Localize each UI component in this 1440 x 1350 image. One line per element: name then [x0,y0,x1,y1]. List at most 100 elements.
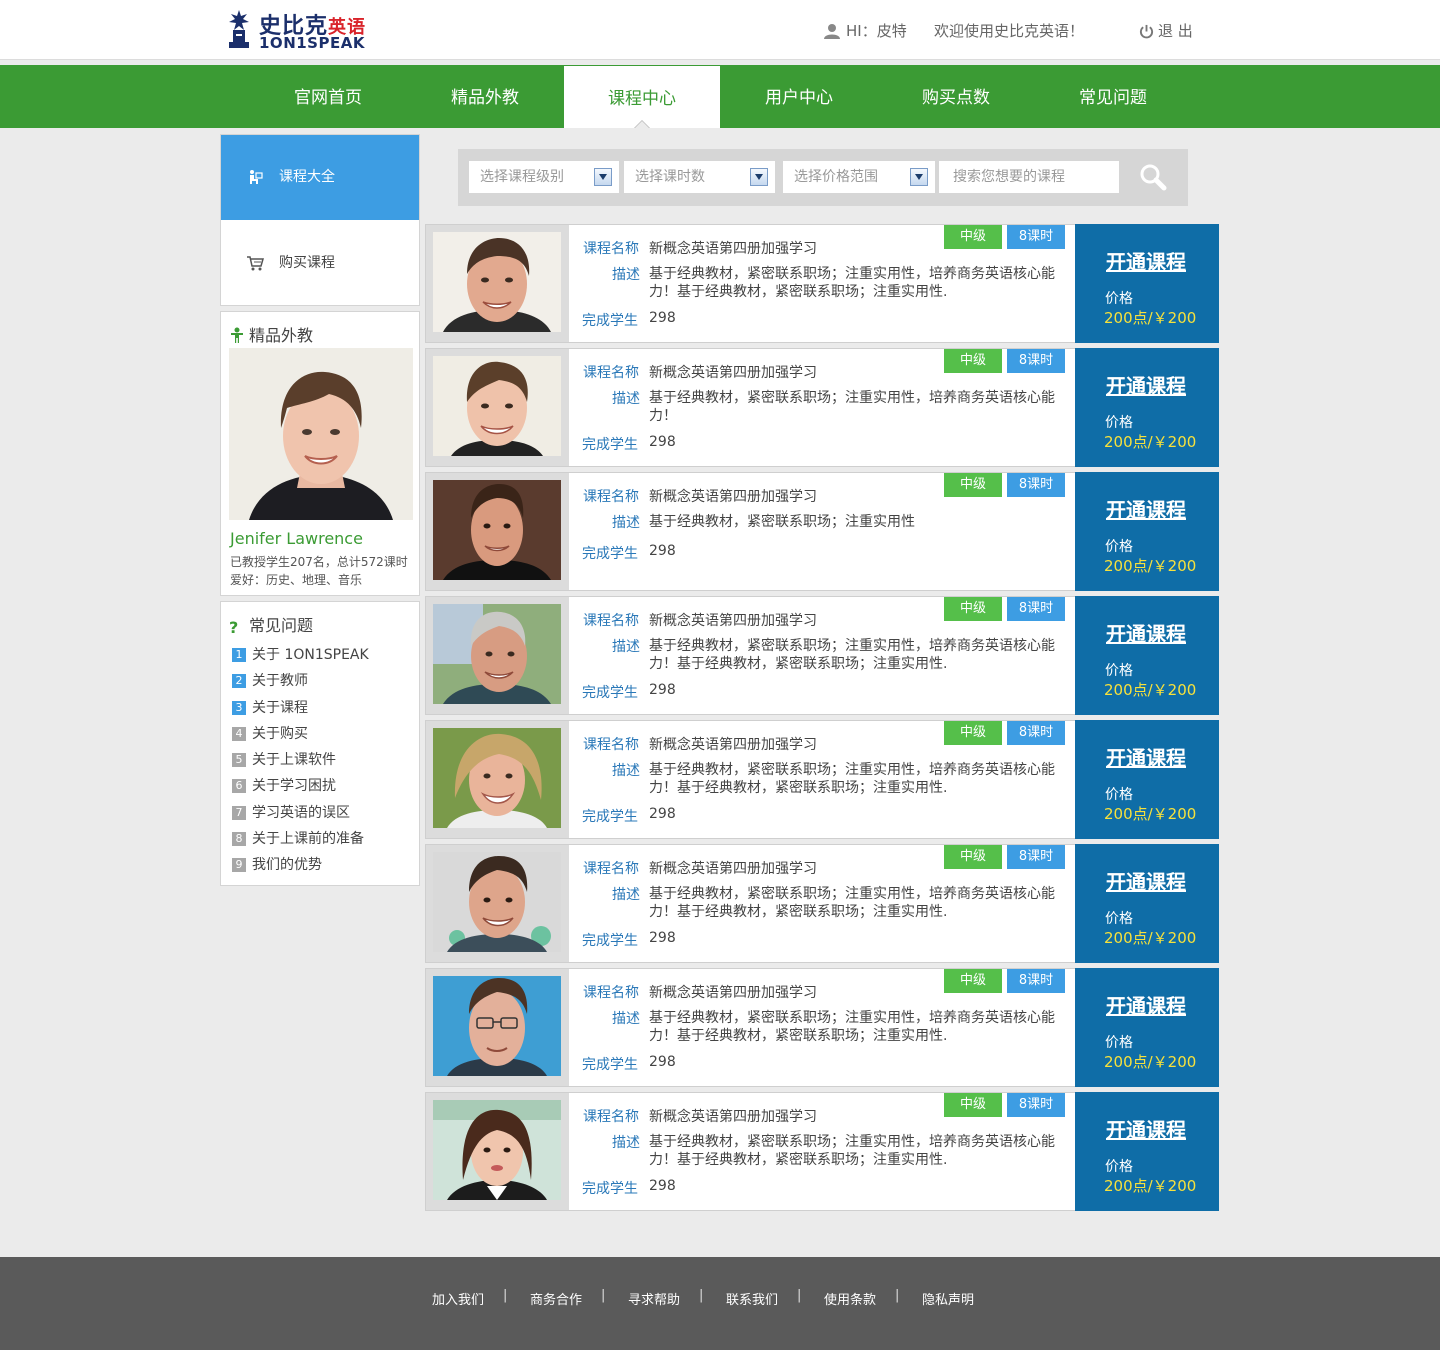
open-course-button[interactable]: 开通课程 [1106,246,1186,275]
footer-divider: | [797,1288,802,1303]
user-greeting[interactable]: HI：皮特 [824,20,907,41]
level-badge: 中级 [944,1093,1002,1117]
level-badge: 中级 [944,969,1002,993]
course-name[interactable]: 新概念英语第四册加强学习 [649,486,817,506]
course-description: 基于经典教材，紧密联系职场；注重实用性，培养商务英语核心能力！基于经典教材，紧密… [649,886,1055,920]
faq-number: 9 [232,858,246,872]
level-badge: 中级 [944,597,1002,621]
course-name[interactable]: 新概念英语第四册加强学习 [649,1106,817,1126]
teacher-hobbies: 爱好：历史、地理、音乐 [230,573,363,587]
faq-item[interactable]: 6 关于学习困扰 [232,775,336,795]
faq-label: 我们的优势 [252,857,322,873]
open-course-button[interactable]: 开通课程 [1106,1114,1186,1143]
open-course-button[interactable]: 开通课程 [1106,742,1186,771]
course-name[interactable]: 新概念英语第四册加强学习 [649,858,817,878]
nav-home[interactable]: 官网首页 [250,65,406,128]
teacher-thumbnail[interactable] [433,976,561,1076]
open-course-button[interactable]: 开通课程 [1106,494,1186,523]
course-name[interactable]: 新概念英语第四册加强学习 [649,238,817,258]
course-name[interactable]: 新概念英语第四册加强学习 [649,362,817,382]
teacher-name[interactable]: Jenifer Lawrence [230,529,363,548]
nav-buy-points[interactable]: 购买点数 [878,65,1034,128]
side-item-label: 课程大全 [279,169,335,185]
faq-item[interactable]: 2 关于教师 [232,670,308,690]
open-course-button[interactable]: 开通课程 [1106,618,1186,647]
faq-item[interactable]: 4 关于购买 [232,723,308,743]
course-card: 课程名称 新概念英语第四册加强学习 描述 基于经典教材，紧密联系职场；注重实用性… [425,596,1219,715]
faq-item[interactable]: 1 关于 1ON1SPEAK [232,644,369,664]
hours-badge: 8课时 [1007,969,1065,993]
students-label: 完成学生 [582,1057,638,1073]
price-value: 200点/￥200 [1104,805,1197,823]
chevron-down-icon[interactable] [910,168,928,186]
price-label: 价格 [1105,911,1133,927]
faq-item[interactable]: 7 学习英语的误区 [232,802,350,822]
teacher-thumbnail[interactable] [433,728,561,828]
teacher-thumbnail[interactable] [433,1100,561,1200]
faq-label: 关于学习困扰 [252,778,336,794]
teacher-thumbnail[interactable] [433,356,561,456]
site-logo[interactable]: 史比克英语 1ON1SPEAK [221,6,381,54]
level-badge: 中级 [944,845,1002,869]
teacher-thumbnail[interactable] [433,852,561,952]
footer-link-join[interactable]: 加入我们 [432,1289,484,1308]
teacher-thumbnail[interactable] [433,480,561,580]
course-photo-frame [426,721,569,838]
search-bar: 选择课程级别 选择课时数 选择价格范围 [458,149,1188,206]
course-name-label: 课程名称 [583,241,639,257]
faq-number: 3 [232,701,246,715]
teacher-thumbnail[interactable] [433,604,561,704]
footer-divider: | [601,1288,606,1303]
logout-button[interactable]: 退 出 [1139,20,1193,41]
nav-course-center[interactable]: 课程中心 [564,66,720,128]
footer-link-terms[interactable]: 使用条款 [824,1289,876,1308]
footer-link-privacy[interactable]: 隐私声明 [922,1289,974,1308]
footer-link-business[interactable]: 商务合作 [530,1289,582,1308]
course-action-panel: 开通课程 价格 200点/￥200 [1075,1092,1219,1211]
open-course-button[interactable]: 开通课程 [1106,990,1186,1019]
hours-badge: 8课时 [1007,349,1065,373]
nav-faq[interactable]: 常见问题 [1035,65,1191,128]
search-button[interactable] [1132,161,1176,193]
price-value: 200点/￥200 [1104,557,1197,575]
hours-select[interactable]: 选择课时数 [624,161,775,193]
nav-teachers[interactable]: 精品外教 [407,65,563,128]
faq-item[interactable]: 9 我们的优势 [232,854,322,874]
faq-item[interactable]: 8 关于上课前的准备 [232,828,364,848]
chevron-down-icon[interactable] [750,168,768,186]
price-value: 200点/￥200 [1104,681,1197,699]
faq-item[interactable]: 5 关于上课软件 [232,749,336,769]
open-course-button[interactable]: 开通课程 [1106,370,1186,399]
course-card: 课程名称 新概念英语第四册加强学习 描述 基于经典教材，紧密联系职场；注重实用性… [425,472,1219,591]
course-action-panel: 开通课程 价格 200点/￥200 [1075,844,1219,963]
side-item-all-courses[interactable]: 课程大全 [221,135,419,220]
course-name[interactable]: 新概念英语第四册加强学习 [649,734,817,754]
course-name[interactable]: 新概念英语第四册加强学习 [649,982,817,1002]
teacher-photo[interactable] [229,348,413,520]
question-icon: ? [229,618,239,637]
course-desc-label: 描述 [612,515,640,531]
price-value: 200点/￥200 [1104,433,1197,451]
price-value: 200点/￥200 [1104,1053,1197,1071]
course-desc-label: 描述 [612,267,640,283]
level-badge: 中级 [944,721,1002,745]
faq-number: 5 [232,753,246,767]
chevron-down-icon[interactable] [594,168,612,186]
level-badge: 中级 [944,349,1002,373]
footer-divider: | [699,1288,704,1303]
teacher-thumbnail[interactable] [433,232,561,332]
price-label: 价格 [1105,539,1133,555]
price-select[interactable]: 选择价格范围 [783,161,935,193]
faq-item[interactable]: 3 关于课程 [232,697,308,717]
level-select[interactable]: 选择课程级别 [469,161,619,193]
course-action-panel: 开通课程 价格 200点/￥200 [1075,472,1219,591]
search-input[interactable] [939,161,1119,193]
open-course-button[interactable]: 开通课程 [1106,866,1186,895]
nav-user-center[interactable]: 用户中心 [721,65,877,128]
side-item-buy-course[interactable]: 购买课程 [221,221,419,305]
course-name[interactable]: 新概念英语第四册加强学习 [649,610,817,630]
footer-link-help[interactable]: 寻求帮助 [628,1289,680,1308]
cart-icon [245,221,265,305]
footer-link-contact[interactable]: 联系我们 [726,1289,778,1308]
top-header: 史比克英语 1ON1SPEAK HI：皮特 欢迎使用史比克英语！ 退 出 [0,0,1440,60]
